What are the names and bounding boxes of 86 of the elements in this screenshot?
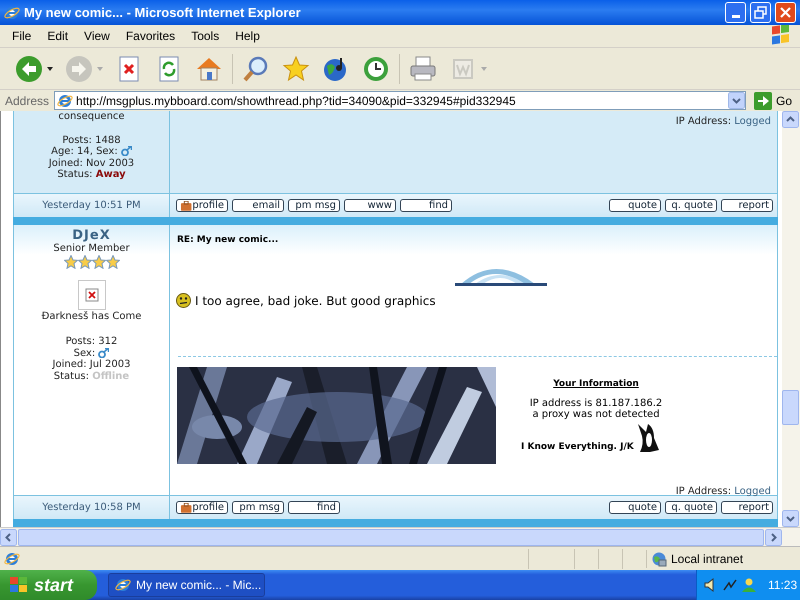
post-action-button[interactable]: quote	[609, 199, 661, 212]
scroll-up-icon[interactable]	[782, 111, 799, 128]
ie-icon	[115, 577, 131, 593]
ip-status: Logged	[734, 486, 771, 496]
window-title: My new comic... - Microsoft Internet Explorer	[24, 4, 302, 22]
minimize-icon	[732, 15, 740, 18]
ip-label: IP Address:	[676, 486, 732, 496]
info-line: a proxy was not detected	[531, 409, 661, 420]
signature-motto: I Know Everything. J/K	[521, 440, 634, 454]
male-symbol-icon	[120, 146, 132, 156]
user-rank: Senior Member	[52, 243, 131, 254]
start-button[interactable]: start	[0, 570, 97, 600]
username[interactable]: DJeX	[14, 229, 169, 243]
star-icon	[64, 254, 78, 269]
post-message: I too agree, bad joke. But good graphics	[195, 292, 436, 310]
menu-item[interactable]: Favorites	[118, 27, 184, 45]
user-tagline: Ðarknesš has Come	[40, 310, 142, 322]
ip-status: Logged	[734, 116, 771, 127]
scroll-down-icon[interactable]	[782, 510, 799, 527]
address-field[interactable]: http://msgplus.mybboard.com/showthread.php?tid=34090&pid=332945#pid332945	[54, 91, 746, 110]
post-action-button[interactable]: quote	[609, 501, 661, 514]
post-action-button[interactable]: pm msg	[288, 199, 340, 212]
post-action-button[interactable]: q. quote	[665, 199, 717, 212]
network-icon[interactable]	[722, 577, 738, 593]
address-label: Address	[4, 92, 50, 110]
stat-label: Status:	[57, 169, 93, 180]
briefcase-icon	[180, 200, 192, 210]
menu-item[interactable]: File	[4, 27, 40, 45]
post-title: RE: My new comic...	[176, 234, 280, 247]
security-zone-label: Local intranet	[671, 550, 744, 568]
scroll-right-icon[interactable]	[765, 528, 782, 546]
dropdown-caret-icon[interactable]	[46, 66, 54, 72]
post-action-button[interactable]: report	[721, 199, 773, 212]
post-action-button[interactable]: www	[344, 199, 396, 212]
printer-icon[interactable]	[408, 54, 438, 84]
post-action-button[interactable]: find	[400, 199, 452, 212]
status-value: Away	[96, 169, 126, 180]
network-globe-icon	[651, 550, 667, 566]
ip-label: IP Address:	[676, 116, 732, 127]
scroll-left-icon[interactable]	[0, 528, 17, 546]
star-icon	[92, 254, 106, 269]
go-button[interactable]: Go	[748, 92, 798, 110]
close-button[interactable]	[775, 2, 796, 23]
taskbar-button[interactable]: My new comic... - Mic...	[108, 573, 265, 597]
stat-label: Joined: Jul 2003	[52, 359, 130, 370]
stat-label: Sex:	[74, 348, 96, 358]
info-line: IP address is 81.187.186.2	[528, 398, 664, 409]
post-action-button[interactable]: report	[721, 501, 773, 514]
menu-item[interactable]: Help	[227, 27, 268, 45]
user-tagline: consequence	[57, 111, 126, 122]
restore-icon	[752, 4, 769, 21]
stat-label: Posts: 1488	[62, 134, 121, 146]
scroll-thumb[interactable]	[782, 390, 799, 425]
post-action-button[interactable]: email	[232, 199, 284, 212]
horizontal-scrollbar[interactable]	[0, 527, 800, 546]
broken-image-icon	[78, 280, 106, 310]
minimize-button[interactable]	[725, 2, 746, 23]
clock: 11:23	[768, 577, 798, 594]
status-value: Offline	[92, 370, 130, 382]
star-icon[interactable]	[281, 54, 311, 84]
confused-smiley-icon	[176, 293, 191, 308]
scroll-thumb[interactable]	[18, 528, 764, 546]
restore-button[interactable]	[750, 2, 771, 23]
male-symbol-icon	[98, 348, 110, 358]
menu-item[interactable]: View	[76, 27, 118, 45]
post-action-button[interactable]: pm msg	[232, 501, 284, 514]
stat-label: Joined: Nov 2003	[48, 158, 134, 168]
stat-label: Posts: 312	[66, 336, 118, 347]
menu-item[interactable]: Tools	[183, 27, 228, 45]
ie-icon	[4, 550, 20, 566]
menu-item[interactable]: Edit	[39, 27, 76, 45]
ie-icon	[57, 92, 74, 108]
star-icon	[78, 254, 92, 269]
post-action-button[interactable]: q. quote	[665, 501, 717, 514]
vertical-scrollbar[interactable]	[782, 111, 800, 527]
post-action-button[interactable]: find	[288, 501, 340, 514]
ie-icon	[4, 4, 20, 20]
windows-logo-icon	[8, 575, 30, 595]
star-icon	[106, 254, 120, 269]
user-icon[interactable]	[741, 577, 757, 593]
post-action-button[interactable]: profile	[176, 199, 228, 212]
post-action-button[interactable]: profile	[176, 501, 228, 514]
stat-label: Status:	[54, 370, 90, 382]
info-heading: Your Information	[552, 378, 640, 390]
briefcase-icon	[180, 502, 192, 512]
stat-label: Age: 14, Sex:	[51, 146, 118, 157]
